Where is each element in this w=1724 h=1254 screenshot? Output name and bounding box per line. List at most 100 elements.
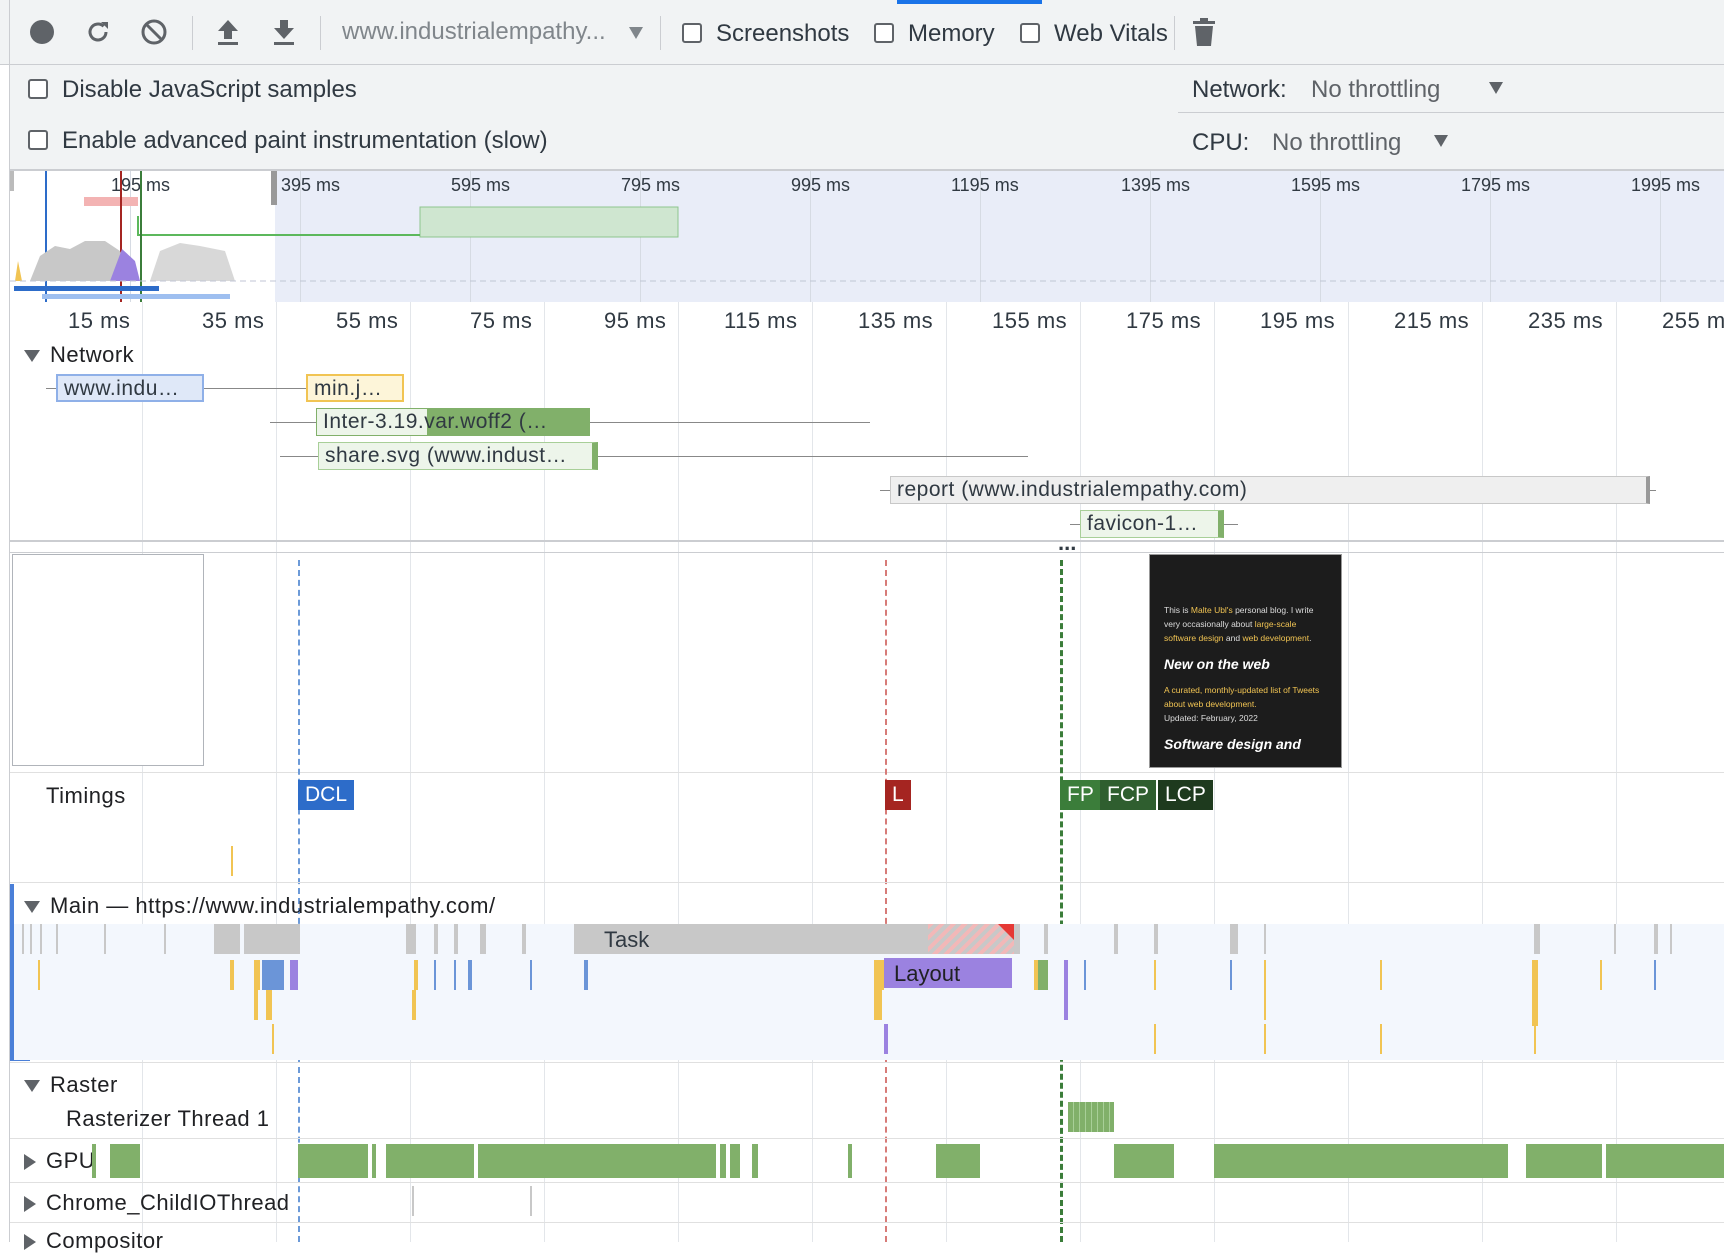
frame-screenshot-thumbnail[interactable]: This is Malte Ubl's personal blog. I wri… (1149, 554, 1342, 768)
gpu-activity (1606, 1144, 1724, 1178)
load-marker[interactable]: L (885, 780, 911, 810)
ruler-tick: 115 ms (724, 308, 798, 333)
timing-tick (231, 846, 233, 876)
ruler-tick: 215 ms (1394, 308, 1470, 333)
track-divider (10, 1138, 1724, 1139)
raster-activity[interactable] (1068, 1102, 1114, 1132)
gpu-activity (936, 1144, 980, 1178)
network-request-script[interactable]: min.j… (306, 374, 404, 402)
request-whisker (1224, 524, 1238, 525)
ruler-tick: 75 ms (470, 308, 533, 333)
cpu-throttle-select[interactable]: No throttling (1272, 129, 1401, 157)
long-task-warning-icon (998, 924, 1014, 940)
network-request-image[interactable]: share.svg (www.indust… (318, 442, 598, 470)
compositor-track-header[interactable]: Compositor (24, 1228, 163, 1254)
io-thread-track-header[interactable]: Chrome_ChildIOThread (24, 1190, 290, 1216)
request-whisker (1070, 524, 1080, 525)
track-divider (10, 1222, 1724, 1223)
active-tab-indicator (897, 0, 1042, 4)
rasterizer-thread-title: Rasterizer Thread 1 (66, 1106, 270, 1131)
timeline-overview[interactable]: 195 ms 395 ms 595 ms 795 ms 995 ms 1195 … (10, 171, 1724, 302)
cpu-throttle-label: CPU: (1192, 129, 1250, 156)
expand-arrow-icon (24, 1234, 36, 1251)
request-whisker (598, 456, 1028, 457)
ruler-tick: 255 m (1662, 308, 1724, 333)
gpu-activity (1526, 1144, 1602, 1178)
task-label: Task (604, 927, 650, 952)
network-request-other[interactable]: report (www.industrialempathy.com) (890, 476, 1650, 504)
main-track-header[interactable]: Main — https://www.industrialempathy.com… (24, 893, 496, 919)
screenshots-checkbox[interactable] (682, 23, 702, 43)
request-whisker (590, 422, 870, 423)
track-divider (10, 1062, 1724, 1063)
network-track-header[interactable]: Network (24, 342, 134, 368)
toolbar-separator (192, 16, 193, 50)
gpu-track-title: GPU (46, 1148, 96, 1173)
advanced-paint-checkbox[interactable] (28, 130, 48, 150)
overview-activity-graph (10, 171, 1724, 302)
network-request-font[interactable]: Inter-3.19.var.woff2 (… (316, 408, 590, 436)
timings-track-title: Timings (46, 783, 126, 808)
fp-marker[interactable]: FP (1060, 780, 1101, 810)
track-divider (10, 1182, 1724, 1183)
gpu-activity (730, 1144, 740, 1178)
recording-select-value: www.industrialempathy... (342, 18, 606, 45)
ruler-tick: 35 ms (202, 308, 265, 333)
fp-marker-line (1060, 560, 1063, 1242)
request-whisker (270, 422, 316, 423)
gpu-activity (848, 1144, 852, 1178)
lcp-marker[interactable]: LCP (1158, 780, 1213, 810)
request-whisker (266, 388, 306, 389)
track-divider (10, 882, 1724, 883)
record-button[interactable] (26, 16, 58, 48)
clear-button[interactable] (138, 16, 170, 48)
request-whisker (280, 456, 318, 457)
chevron-down-icon (1489, 82, 1503, 94)
gpu-activity (720, 1144, 726, 1178)
expand-arrow-icon (24, 1154, 36, 1171)
expand-arrow-icon (24, 1196, 36, 1213)
collect-garbage-button[interactable] (1188, 16, 1220, 48)
screenshot-heading: New on the web (1164, 656, 1270, 672)
main-track-title: Main — https://www.industrialempathy.com… (50, 893, 496, 918)
load-marker-line (885, 560, 887, 1242)
screenshot-curated-text: A curated, monthly-updated list of Tweet… (1164, 685, 1320, 709)
gpu-track-header[interactable]: GPU (24, 1148, 95, 1174)
capture-settings-pane: Disable JavaScript samples Enable advanc… (10, 65, 1724, 171)
layout-label: Layout (894, 961, 961, 986)
network-request-document[interactable]: www.indu… (56, 374, 204, 402)
gpu-activity (1114, 1144, 1174, 1178)
layout-block[interactable]: Layout (884, 958, 1012, 988)
gpu-activity (752, 1144, 758, 1178)
fcp-marker[interactable]: FCP (1100, 780, 1156, 810)
track-divider (10, 552, 1724, 553)
overview-selection-handle (271, 171, 277, 205)
save-profile-button[interactable] (268, 16, 300, 48)
screenshots-label: Screenshots (716, 20, 850, 47)
ruler-tick: 235 ms (1528, 308, 1604, 333)
toolbar-separator (320, 16, 321, 50)
disable-js-samples-checkbox[interactable] (28, 79, 48, 99)
performance-toolbar: www.industrialempathy... Screenshots Mem… (0, 0, 1724, 1242)
frame-thumbnail-blank[interactable] (12, 554, 204, 766)
memory-label: Memory (908, 20, 995, 47)
reload-record-button[interactable] (82, 16, 114, 48)
web-vitals-checkbox[interactable] (1020, 23, 1040, 43)
recording-select[interactable]: www.industrialempathy... (342, 18, 606, 46)
network-throttle-select[interactable]: No throttling (1311, 76, 1440, 104)
dcl-marker[interactable]: DCL (298, 780, 355, 810)
expand-arrow-icon (24, 1080, 40, 1093)
ruler-tick: 175 ms (1126, 308, 1202, 333)
gpu-activity (386, 1144, 474, 1178)
request-whisker (1650, 490, 1656, 491)
io-activity (530, 1186, 532, 1216)
raster-track-header[interactable]: Raster (24, 1072, 118, 1098)
ruler-tick: 95 ms (604, 308, 667, 333)
load-profile-button[interactable] (212, 16, 244, 48)
network-request-favicon[interactable]: favicon-1… (1080, 510, 1224, 538)
memory-checkbox[interactable] (874, 23, 894, 43)
screenshot-heading: Software design and (1164, 736, 1301, 752)
io-thread-track-title: Chrome_ChildIOThread (46, 1190, 290, 1215)
ruler-tick: 135 ms (858, 308, 934, 333)
request-whisker (880, 490, 890, 491)
